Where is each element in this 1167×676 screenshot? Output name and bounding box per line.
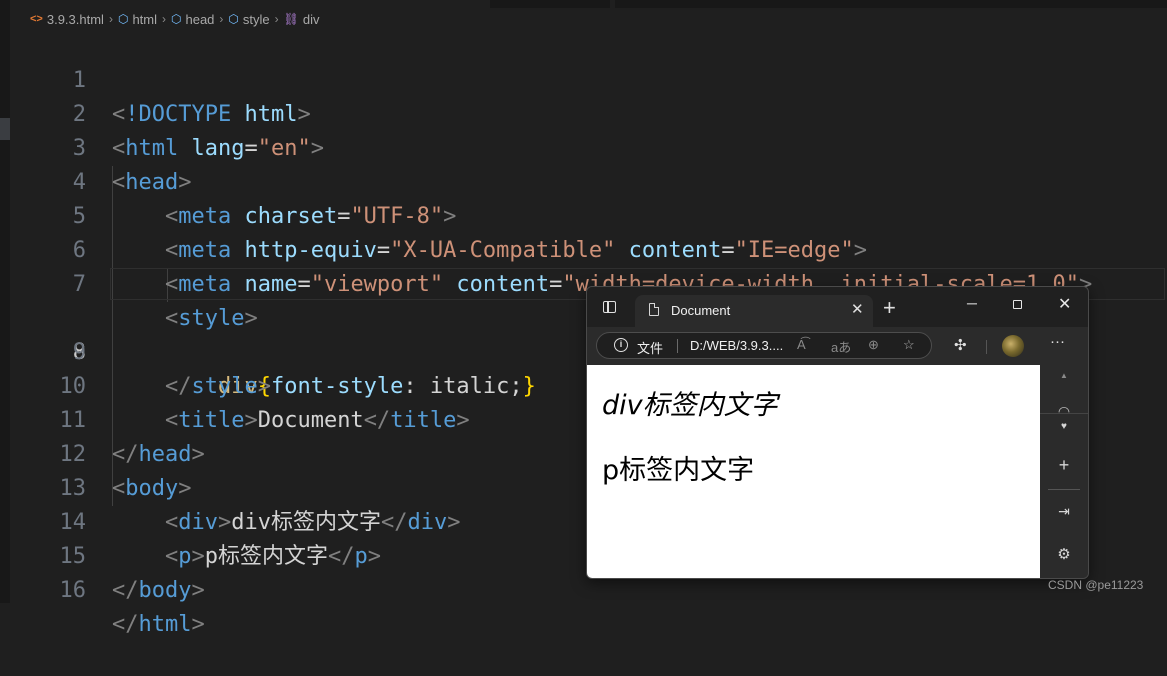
tab-bar-fragment	[490, 0, 610, 8]
rendered-p-text: p标签内文字	[602, 455, 755, 486]
toolbar-separator	[986, 340, 987, 354]
code-line: 4 <meta charset="UTF-8">	[0, 132, 1167, 229]
code-line: 2 <html lang="en">	[0, 64, 1167, 161]
info-icon[interactable]: i	[614, 338, 628, 352]
extensions-icon[interactable]: ✣	[954, 336, 967, 354]
code-line: 5 <meta http-equiv="X-UA-Compatible" con…	[0, 166, 1167, 263]
close-window-icon[interactable]: ✕	[1058, 295, 1071, 315]
breadcrumb-item-div[interactable]: ⛓ div	[284, 12, 320, 27]
element-icon: ⬡	[171, 12, 182, 26]
minimize-icon[interactable]: ─	[967, 293, 977, 313]
browser-toolbar: i 文件 D:/WEB/3.9.3.... A͡ aあ ⊕ ☆ ✣ ···	[587, 327, 1088, 365]
breadcrumb-item-label: head	[185, 11, 215, 27]
sidebar-divider	[1048, 489, 1080, 490]
rendered-div-text: div标签内文字	[602, 390, 778, 421]
search-icon[interactable]: ◠	[1040, 403, 1088, 420]
address-separator	[677, 339, 678, 353]
code-line: 6 <meta name="viewport" content="width=d…	[0, 200, 1167, 297]
element-icon: ⬡	[117, 12, 129, 26]
html-file-icon: <>	[30, 13, 43, 25]
tab-document[interactable]: Document ✕	[635, 295, 873, 327]
chevron-right-icon: ›	[108, 12, 113, 26]
maximize-icon[interactable]	[1013, 300, 1022, 309]
breadcrumb-item-label: div	[302, 11, 320, 27]
browser-window[interactable]: Document ✕ + ─ ✕ i 文件 D:/WEB/3.9.3.... A…	[586, 286, 1089, 579]
document-icon	[649, 303, 659, 316]
page-viewport: div标签内文字 p标签内文字	[587, 365, 1040, 578]
tab-bar-fragment	[615, 0, 1167, 8]
breadcrumb: <> 3.9.3.html › ⬡ html › ⬡ head › ⬡ styl…	[30, 9, 319, 29]
breadcrumb-item-label: style	[242, 11, 270, 27]
sidebar-divider	[1040, 413, 1088, 414]
line-content: </html>	[112, 612, 205, 637]
sidebar-toggle-icon[interactable]: ⇥	[1040, 503, 1088, 520]
code-line: 3 <head>	[0, 98, 1167, 195]
code-line: 1 <!DOCTYPE html>	[0, 30, 1167, 127]
selector-icon: ⛓	[283, 12, 299, 26]
element-icon: ⬡	[228, 12, 239, 26]
address-file-label: 文件	[637, 341, 664, 356]
chevron-right-icon: ›	[162, 12, 166, 26]
scroll-up-icon[interactable]: ▲	[1040, 371, 1088, 380]
tab-actions-icon[interactable]	[603, 301, 616, 313]
read-aloud-icon[interactable]: A͡	[797, 337, 806, 352]
watermark: CSDN @pe11223	[1048, 578, 1144, 592]
new-tab-icon[interactable]: +	[883, 295, 896, 321]
address-url[interactable]: D:/WEB/3.9.3....	[690, 338, 783, 353]
chevron-right-icon: ›	[219, 12, 224, 26]
zoom-icon[interactable]: ⊕	[868, 337, 879, 353]
close-tab-icon[interactable]: ✕	[851, 300, 864, 318]
breadcrumb-item-html[interactable]: ⬡ html	[118, 12, 157, 27]
more-icon[interactable]: ···	[1050, 333, 1065, 350]
breadcrumb-item-label: html	[132, 11, 157, 27]
browser-sidebar: ▲ ◠ ♥ + ⇥ ⚙	[1040, 365, 1088, 578]
address-bar[interactable]: i 文件 D:/WEB/3.9.3.... A͡ aあ ⊕ ☆	[596, 332, 932, 359]
tab-title: Document	[671, 303, 731, 318]
profile-avatar[interactable]	[1002, 335, 1024, 357]
breadcrumb-item-style[interactable]: ⬡ style	[228, 12, 269, 27]
breadcrumb-file[interactable]: <> 3.9.3.html	[30, 12, 104, 27]
heart-icon[interactable]: ♥	[1040, 421, 1088, 432]
breadcrumb-item-head[interactable]: ⬡ head	[171, 12, 214, 27]
browser-titlebar[interactable]: Document ✕ + ─ ✕	[587, 287, 1088, 327]
code-line: 7 <style>	[0, 234, 1167, 331]
settings-gear-icon[interactable]: ⚙	[1040, 545, 1088, 563]
add-icon[interactable]: +	[1040, 455, 1088, 476]
breadcrumb-file-label: 3.9.3.html	[46, 11, 104, 27]
chevron-right-icon: ›	[274, 12, 279, 26]
translate-icon[interactable]: aあ	[831, 337, 851, 356]
favorite-icon[interactable]: ☆	[903, 337, 915, 353]
